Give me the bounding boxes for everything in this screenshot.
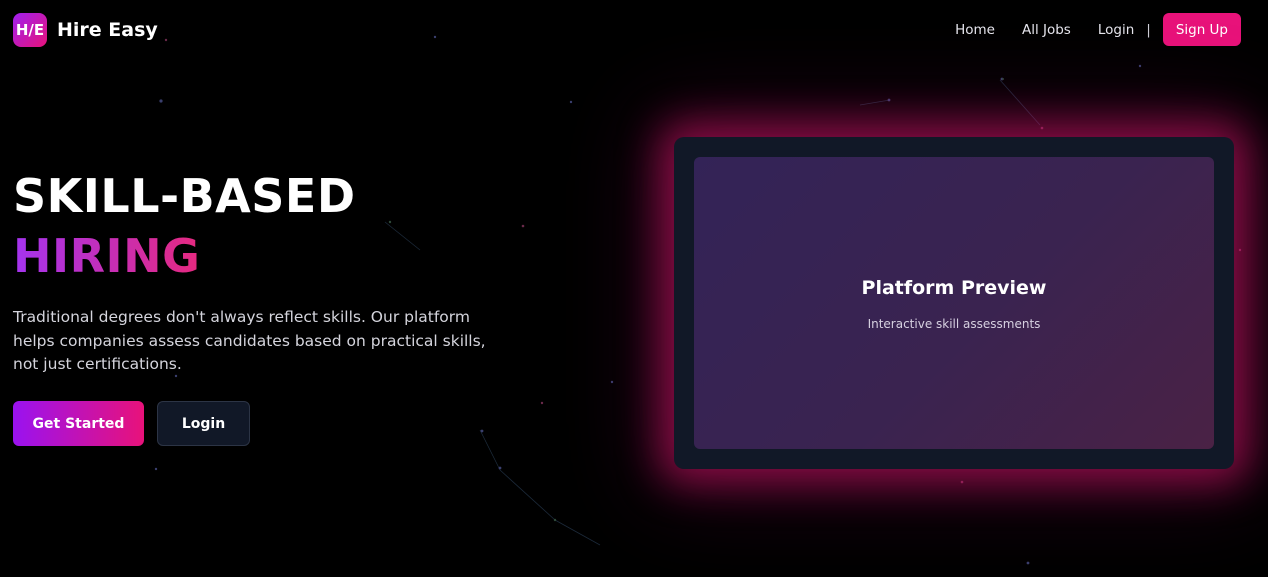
platform-preview-screen: Platform Preview Interactive skill asses… bbox=[694, 157, 1214, 449]
platform-preview-card: Platform Preview Interactive skill asses… bbox=[674, 137, 1234, 469]
hero-title-line1: SKILL-BASED bbox=[13, 169, 356, 223]
brand-logo: H/E bbox=[13, 13, 47, 47]
hero-actions: Get Started Login bbox=[13, 401, 250, 446]
nav-separator: | bbox=[1146, 21, 1151, 38]
preview-subtitle: Interactive skill assessments bbox=[867, 317, 1041, 331]
nav-all-jobs-link[interactable]: All Jobs bbox=[1022, 22, 1071, 38]
landing-page: H/E Hire Easy Home All Jobs Login | Sign… bbox=[0, 0, 1268, 577]
hero-title: SKILL-BASED HIRING bbox=[13, 166, 356, 286]
preview-title: Platform Preview bbox=[861, 277, 1047, 299]
nav-home-link[interactable]: Home bbox=[955, 22, 995, 38]
brand-name: Hire Easy bbox=[57, 19, 158, 41]
hero-description: Traditional degrees don't always reflect… bbox=[13, 308, 486, 373]
hero-login-button[interactable]: Login bbox=[157, 401, 250, 446]
brand[interactable]: H/E Hire Easy bbox=[13, 13, 158, 47]
top-navbar: H/E Hire Easy Home All Jobs Login | Sign… bbox=[0, 0, 1268, 62]
hero-title-line2: HIRING bbox=[13, 226, 200, 286]
signup-button[interactable]: Sign Up bbox=[1162, 13, 1241, 46]
get-started-button[interactable]: Get Started bbox=[13, 401, 144, 446]
nav-login-link[interactable]: Login bbox=[1098, 22, 1134, 38]
nav-links: Home All Jobs Login | Sign Up bbox=[955, 13, 1241, 46]
